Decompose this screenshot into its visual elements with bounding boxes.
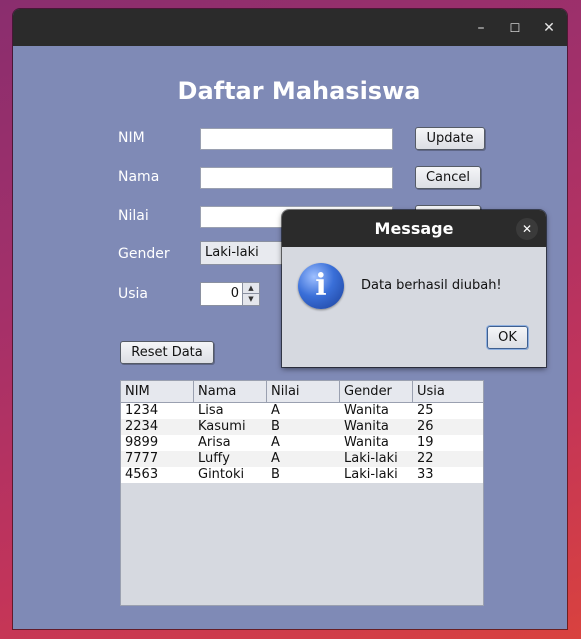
cell-nim: 2234 <box>125 419 159 434</box>
nama-field[interactable] <box>200 167 393 189</box>
cell-nilai: B <box>271 419 280 434</box>
cell-nama: Arisa <box>198 435 231 450</box>
cell-gender: Laki-laki <box>344 467 398 482</box>
column-header-nilai[interactable]: Nilai <box>267 381 340 402</box>
reset-data-button[interactable]: Reset Data <box>120 341 214 364</box>
table-row[interactable]: 7777 Luffy A Laki-laki 22 <box>121 451 483 467</box>
ok-button[interactable]: OK <box>487 326 528 349</box>
column-header-nama[interactable]: Nama <box>194 381 267 402</box>
table-row[interactable]: 1234 Lisa A Wanita 25 <box>121 403 483 419</box>
cell-nama: Lisa <box>198 403 224 418</box>
dialog-message: Data berhasil diubah! <box>361 278 502 293</box>
cell-usia: 19 <box>417 435 434 450</box>
table-row[interactable]: 2234 Kasumi B Wanita 26 <box>121 419 483 435</box>
student-table[interactable]: NIM Nama Nilai Gender Usia 1234 Lisa A W… <box>120 380 484 606</box>
spinner-up-icon[interactable]: ▲ <box>243 283 259 294</box>
minimize-button[interactable]: – <box>470 17 492 39</box>
column-header-gender[interactable]: Gender <box>340 381 413 402</box>
column-header-usia[interactable]: Usia <box>413 381 483 402</box>
spinner-arrows[interactable]: ▲ ▼ <box>242 283 259 305</box>
usia-spinner[interactable]: 0 ▲ ▼ <box>200 282 260 306</box>
nim-label: NIM <box>118 130 145 146</box>
title-bar: – ☐ ✕ <box>13 9 567 46</box>
cell-nilai: A <box>271 403 280 418</box>
cell-nim: 7777 <box>125 451 159 466</box>
cell-nilai: A <box>271 451 280 466</box>
table-row[interactable]: 4563 Gintoki B Laki-laki 33 <box>121 467 483 483</box>
maximize-button[interactable]: ☐ <box>504 17 526 39</box>
cell-nama: Gintoki <box>198 467 245 482</box>
cell-gender: Wanita <box>344 435 389 450</box>
cell-usia: 33 <box>417 467 434 482</box>
nim-field[interactable] <box>200 128 393 150</box>
cell-nim: 1234 <box>125 403 159 418</box>
cell-nilai: B <box>271 467 280 482</box>
cell-nim: 9899 <box>125 435 159 450</box>
spinner-down-icon[interactable]: ▼ <box>243 294 259 305</box>
message-dialog: Message ✕ i Data berhasil diubah! OK <box>282 210 546 367</box>
cell-nama: Kasumi <box>198 419 246 434</box>
usia-label: Usia <box>118 286 149 302</box>
cell-usia: 22 <box>417 451 434 466</box>
table-row[interactable]: 9899 Arisa A Wanita 19 <box>121 435 483 451</box>
table-body: 1234 Lisa A Wanita 25 2234 Kasumi B Wani… <box>121 403 483 483</box>
nilai-label: Nilai <box>118 208 149 224</box>
dialog-title: Message <box>374 219 454 238</box>
dialog-close-button[interactable]: ✕ <box>516 218 538 240</box>
gender-label: Gender <box>118 246 170 262</box>
update-button[interactable]: Update <box>415 127 485 150</box>
cell-gender: Wanita <box>344 419 389 434</box>
column-header-nim[interactable]: NIM <box>121 381 194 402</box>
table-header: NIM Nama Nilai Gender Usia <box>121 381 483 403</box>
cell-usia: 25 <box>417 403 434 418</box>
cell-nama: Luffy <box>198 451 230 466</box>
cell-nim: 4563 <box>125 467 159 482</box>
cell-nilai: A <box>271 435 280 450</box>
gender-select[interactable]: Laki-laki <box>200 241 290 265</box>
cell-usia: 26 <box>417 419 434 434</box>
cancel-button[interactable]: Cancel <box>415 166 481 189</box>
usia-value: 0 <box>230 286 239 301</box>
cell-gender: Wanita <box>344 403 389 418</box>
close-button[interactable]: ✕ <box>538 17 560 39</box>
info-icon: i <box>298 263 344 309</box>
dialog-title-bar: Message ✕ <box>282 210 546 247</box>
nama-label: Nama <box>118 169 160 185</box>
page-title: Daftar Mahasiswa <box>177 77 421 105</box>
cell-gender: Laki-laki <box>344 451 398 466</box>
